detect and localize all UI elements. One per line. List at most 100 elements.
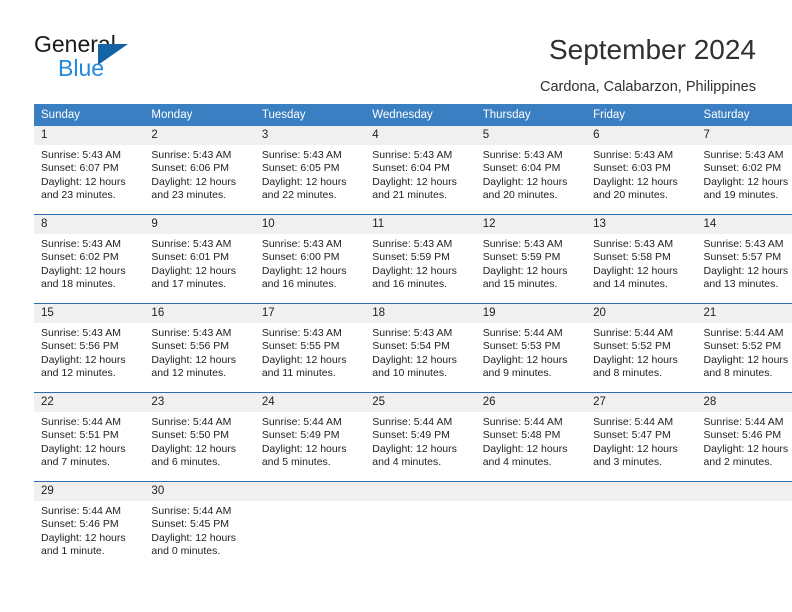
calendar-day-cell[interactable]: 8 Sunrise: 5:43 AM Sunset: 6:02 PM Dayli… [34,214,145,304]
calendar-grid: Sunday Monday Tuesday Wednesday Thursday… [34,104,792,570]
sunrise-text: Sunrise: 5:44 AM [151,416,232,428]
daylight-text-line1: Daylight: 12 hours [593,175,678,188]
calendar-day-cell[interactable]: 18 Sunrise: 5:43 AM Sunset: 5:54 PM Dayl… [365,303,476,393]
sunset-text: Sunset: 5:58 PM [593,251,671,264]
daylight-text-line2: and 12 minutes. [41,367,116,380]
daylight-text-line2: and 4 minutes. [482,456,552,469]
sunset-text: Sunset: 6:06 PM [151,162,230,175]
calendar-day-cell[interactable]: 26 Sunrise: 5:44 AM Sunset: 5:48 PM Dayl… [475,392,587,482]
calendar-day-cell[interactable]: 7 Sunrise: 5:43 AM Sunset: 6:02 PM Dayli… [696,126,792,215]
sunset-text: Sunset: 5:49 PM [372,429,450,442]
day-number: 8 [34,215,145,234]
sunrise-text: Sunrise: 5:44 AM [593,327,674,339]
calendar-day-cell[interactable]: 15 Sunrise: 5:43 AM Sunset: 5:56 PM Dayl… [34,303,145,393]
sunset-text: Sunset: 5:59 PM [372,251,450,264]
page-header: General Blue September 2024 Cardona, Cal… [0,0,792,100]
daylight-text-line1: Daylight: 12 hours [372,175,457,188]
sunset-text: Sunset: 6:04 PM [482,162,561,175]
sunset-text: Sunset: 5:46 PM [41,518,119,531]
daylight-text-line2: and 23 minutes. [151,189,227,202]
day-details: Sunrise: 5:43 AM Sunset: 6:02 PM Dayligh… [697,145,792,203]
daylight-text-line1: Daylight: 12 hours [151,264,237,277]
daylight-text-line1: Daylight: 12 hours [151,175,237,188]
day-details: Sunrise: 5:43 AM Sunset: 5:56 PM Dayligh… [34,323,144,381]
day-number: 3 [254,126,366,145]
day-details [365,501,475,505]
day-number: 9 [144,215,255,234]
day-details [476,501,586,505]
day-number [475,482,587,501]
daylight-text-line2: and 8 minutes. [703,367,773,380]
daylight-text-line2: and 15 minutes. [482,278,558,291]
calendar-day-cell[interactable]: 19 Sunrise: 5:44 AM Sunset: 5:53 PM Dayl… [475,303,587,393]
weekday-header-friday: Friday [586,104,697,126]
daylight-text-line2: and 16 minutes. [372,278,447,291]
calendar-day-cell[interactable]: 29 Sunrise: 5:44 AM Sunset: 5:46 PM Dayl… [34,481,145,570]
daylight-text-line2: and 2 minutes. [703,456,773,469]
calendar-day-cell[interactable]: 27 Sunrise: 5:44 AM Sunset: 5:47 PM Dayl… [586,392,697,482]
day-number: 22 [34,393,145,412]
calendar-day-cell[interactable]: 28 Sunrise: 5:44 AM Sunset: 5:46 PM Dayl… [696,392,792,482]
sunrise-text: Sunrise: 5:43 AM [261,149,342,161]
page-title: September 2024 [548,34,756,65]
day-details: Sunrise: 5:44 AM Sunset: 5:47 PM Dayligh… [586,412,696,470]
day-number: 4 [365,126,476,145]
calendar-day-cell[interactable]: 1 Sunrise: 5:43 AM Sunset: 6:07 PM Dayli… [34,126,145,215]
sunrise-text: Sunrise: 5:43 AM [372,149,453,161]
daylight-text-line1: Daylight: 12 hours [151,442,237,455]
day-number: 14 [696,215,792,234]
sunrise-text: Sunrise: 5:43 AM [593,238,674,250]
daylight-text-line1: Daylight: 12 hours [372,353,457,366]
calendar-day-cell[interactable]: 9 Sunrise: 5:43 AM Sunset: 6:01 PM Dayli… [144,214,255,304]
calendar-day-cell[interactable]: 30 Sunrise: 5:44 AM Sunset: 5:45 PM Dayl… [144,481,255,570]
day-details: Sunrise: 5:43 AM Sunset: 5:54 PM Dayligh… [365,323,475,381]
day-number [586,482,697,501]
weekday-header-wednesday: Wednesday [365,104,476,126]
calendar-day-cell[interactable]: 5 Sunrise: 5:43 AM Sunset: 6:04 PM Dayli… [475,126,587,215]
day-details: Sunrise: 5:44 AM Sunset: 5:45 PM Dayligh… [144,501,254,559]
day-number: 28 [696,393,792,412]
calendar-day-cell[interactable]: 24 Sunrise: 5:44 AM Sunset: 5:49 PM Dayl… [254,392,366,482]
sunrise-text: Sunrise: 5:43 AM [41,238,121,250]
calendar-day-cell-empty [696,481,792,570]
calendar-day-cell[interactable]: 17 Sunrise: 5:43 AM Sunset: 5:55 PM Dayl… [254,303,366,393]
day-details: Sunrise: 5:44 AM Sunset: 5:51 PM Dayligh… [34,412,144,470]
generalblue-logo[interactable]: General Blue [34,31,234,83]
daylight-text-line1: Daylight: 12 hours [703,442,789,455]
calendar-day-cell[interactable]: 23 Sunrise: 5:44 AM Sunset: 5:50 PM Dayl… [144,392,255,482]
calendar-day-cell[interactable]: 10 Sunrise: 5:43 AM Sunset: 6:00 PM Dayl… [254,214,366,304]
day-details [255,501,365,505]
day-number: 11 [365,215,476,234]
day-details: Sunrise: 5:44 AM Sunset: 5:46 PM Dayligh… [697,412,792,470]
calendar-day-cell[interactable]: 13 Sunrise: 5:43 AM Sunset: 5:58 PM Dayl… [586,214,697,304]
calendar-day-cell[interactable]: 16 Sunrise: 5:43 AM Sunset: 5:56 PM Dayl… [144,303,255,393]
day-number: 20 [586,304,697,323]
calendar-day-cell[interactable]: 25 Sunrise: 5:44 AM Sunset: 5:49 PM Dayl… [365,392,476,482]
daylight-text-line1: Daylight: 12 hours [261,442,347,455]
day-number: 5 [475,126,587,145]
day-details [586,501,696,505]
sunset-text: Sunset: 5:48 PM [482,429,561,442]
daylight-text-line2: and 20 minutes. [593,189,668,202]
calendar-day-cell[interactable]: 3 Sunrise: 5:43 AM Sunset: 6:05 PM Dayli… [254,126,366,215]
calendar-day-cell[interactable]: 4 Sunrise: 5:43 AM Sunset: 6:04 PM Dayli… [365,126,476,215]
calendar-day-cell[interactable]: 6 Sunrise: 5:43 AM Sunset: 6:03 PM Dayli… [586,126,697,215]
day-number: 30 [144,482,255,501]
calendar-day-cell[interactable]: 22 Sunrise: 5:44 AM Sunset: 5:51 PM Dayl… [34,392,145,482]
sunset-text: Sunset: 5:46 PM [703,429,782,442]
daylight-text-line1: Daylight: 12 hours [261,175,347,188]
sunrise-text: Sunrise: 5:43 AM [41,327,121,339]
calendar-day-cell[interactable]: 14 Sunrise: 5:43 AM Sunset: 5:57 PM Dayl… [696,214,792,304]
sunrise-text: Sunrise: 5:43 AM [593,149,674,161]
calendar-day-cell[interactable]: 21 Sunrise: 5:44 AM Sunset: 5:52 PM Dayl… [696,303,792,393]
calendar-day-cell[interactable]: 12 Sunrise: 5:43 AM Sunset: 5:59 PM Dayl… [475,214,587,304]
calendar-day-cell[interactable]: 20 Sunrise: 5:44 AM Sunset: 5:52 PM Dayl… [586,303,697,393]
day-number: 29 [34,482,145,501]
sunrise-text: Sunrise: 5:43 AM [261,238,342,250]
calendar-day-cell[interactable]: 2 Sunrise: 5:43 AM Sunset: 6:06 PM Dayli… [144,126,255,215]
calendar-week-row: 15 Sunrise: 5:43 AM Sunset: 5:56 PM Dayl… [34,303,792,393]
day-details: Sunrise: 5:44 AM Sunset: 5:50 PM Dayligh… [144,412,254,470]
sunset-text: Sunset: 6:00 PM [261,251,340,264]
day-number: 24 [254,393,366,412]
calendar-day-cell[interactable]: 11 Sunrise: 5:43 AM Sunset: 5:59 PM Dayl… [365,214,476,304]
